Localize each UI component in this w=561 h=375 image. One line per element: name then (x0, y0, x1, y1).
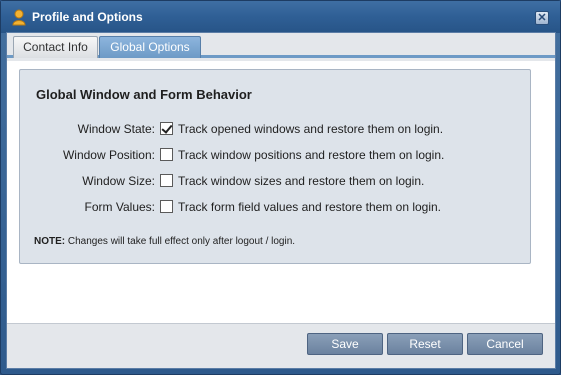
option-label: Window Size: (82, 174, 155, 188)
form-values-checkbox[interactable] (160, 200, 173, 213)
reset-button[interactable]: Reset (387, 333, 463, 355)
option-description: Track opened windows and restore them on… (178, 122, 444, 136)
close-icon[interactable]: ✕ (535, 11, 549, 25)
option-row-window-position: Window Position: Track window positions … (20, 146, 530, 164)
note-text: NOTE: Changes will take full effect only… (34, 236, 295, 247)
save-button[interactable]: Save (307, 333, 383, 355)
option-description: Track window positions and restore them … (178, 148, 445, 162)
cancel-button[interactable]: Cancel (467, 333, 543, 355)
user-icon (12, 9, 26, 26)
window-state-checkbox[interactable] (160, 122, 173, 135)
button-bar: Save Reset Cancel (7, 323, 555, 368)
profile-options-window: Profile and Options ✕ Contact Info Globa… (0, 0, 561, 375)
option-label: Window State: (77, 122, 155, 136)
tab-strip: Contact Info Global Options (7, 33, 555, 58)
option-description: Track window sizes and restore them on l… (178, 174, 425, 188)
option-row-window-state: Window State: Track opened windows and r… (20, 120, 530, 138)
window-client-area: Contact Info Global Options Global Windo… (6, 32, 556, 369)
tab-global-options[interactable]: Global Options (99, 36, 201, 58)
panel-heading: Global Window and Form Behavior (36, 87, 252, 102)
tab-contact-info[interactable]: Contact Info (13, 36, 98, 58)
window-title: Profile and Options (32, 10, 143, 24)
window-size-checkbox[interactable] (160, 174, 173, 187)
note-prefix: NOTE: (34, 236, 66, 247)
title-bar[interactable]: Profile and Options ✕ (1, 1, 560, 33)
window-position-checkbox[interactable] (160, 148, 173, 161)
option-row-form-values: Form Values: Track form field values and… (20, 198, 530, 216)
option-row-window-size: Window Size: Track window sizes and rest… (20, 172, 530, 190)
option-label: Form Values: (84, 200, 155, 214)
note-body: Changes will take full effect only after… (65, 236, 296, 247)
option-description: Track form field values and restore them… (178, 200, 442, 214)
option-label: Window Position: (62, 148, 155, 162)
tab-content: Global Window and Form Behavior Window S… (7, 61, 555, 323)
global-behavior-panel: Global Window and Form Behavior Window S… (19, 69, 531, 264)
